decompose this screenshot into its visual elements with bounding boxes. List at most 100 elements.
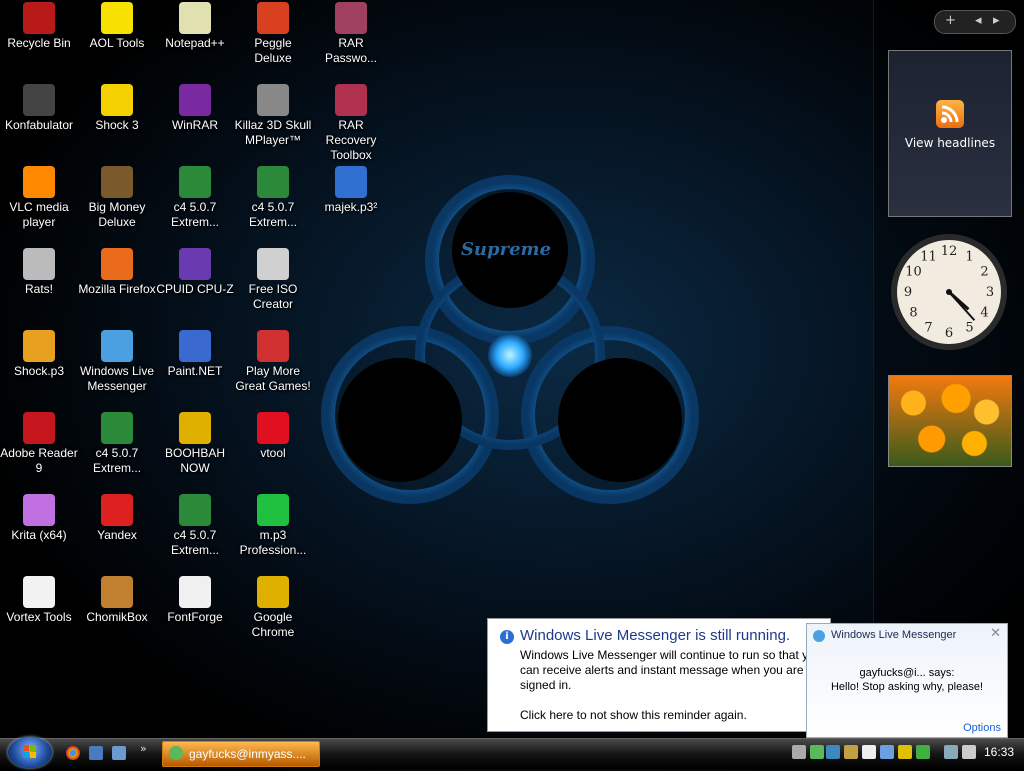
desktop-icon[interactable]: CPUID CPU-Z: [156, 248, 234, 297]
desktop-icon[interactable]: Yandex: [78, 494, 156, 543]
notepad-plus-icon: [179, 2, 211, 34]
messenger-icon: [169, 746, 183, 760]
close-icon[interactable]: ✕: [990, 626, 1001, 641]
tray-app-icon[interactable]: [862, 745, 876, 759]
desktop-icon-label: Yandex: [97, 528, 137, 542]
desktop-icon[interactable]: WinRAR: [156, 84, 234, 133]
desktop-icon-label: RAR Recovery Toolbox: [325, 118, 377, 162]
tray-app-icon[interactable]: [880, 745, 894, 759]
desktop-icon[interactable]: Paint.NET: [156, 330, 234, 379]
winrar-icon: [179, 84, 211, 116]
prev-gadget-button[interactable]: ◂: [975, 13, 982, 28]
desktop-icon[interactable]: Shock 3: [78, 84, 156, 133]
desktop-icon[interactable]: Recycle Bin: [0, 2, 78, 51]
desktop-icon[interactable]: m.p3 Profession...: [234, 494, 312, 558]
desktop-icon-label: Windows Live Messenger: [79, 364, 155, 393]
sidebar-controls: + ◂ ▸: [934, 10, 1016, 34]
desktop-icon[interactable]: Play More Great Games!: [234, 330, 312, 394]
skull-icon: [257, 84, 289, 116]
desktop-icon-label: BOOHBAH NOW: [164, 446, 225, 475]
desktop-icon[interactable]: RAR Passwo...: [312, 2, 390, 66]
toast-message: Hello! Stop asking why, please!: [830, 681, 984, 693]
show-desktop-icon[interactable]: [89, 746, 103, 760]
chomikbox-icon: [101, 576, 133, 608]
tray-app-icon[interactable]: [826, 745, 840, 759]
desktop-icon[interactable]: majek.p3²: [312, 166, 390, 215]
next-gadget-button[interactable]: ▸: [993, 13, 1000, 28]
c4-icon: [257, 166, 289, 198]
desktop-icon-label: c4 5.0.7 Extrem...: [170, 528, 219, 557]
desktop-icon[interactable]: Shock.p3: [0, 330, 78, 379]
desktop-icon[interactable]: c4 5.0.7 Extrem...: [78, 412, 156, 476]
start-button[interactable]: [8, 737, 52, 768]
tray-app-icon[interactable]: [844, 745, 858, 759]
fontforge-icon: [179, 576, 211, 608]
tray-app-icon[interactable]: [916, 745, 930, 759]
desktop-icon[interactable]: Free ISO Creator: [234, 248, 312, 312]
toast-options-link[interactable]: Options: [963, 722, 1001, 734]
slideshow-gadget[interactable]: [888, 375, 1012, 467]
desktop-icon-label: RAR Passwo...: [324, 36, 378, 65]
tray-network-icon[interactable]: [792, 745, 806, 759]
messenger-icon: [813, 630, 825, 642]
view-headlines-link[interactable]: View headlines: [890, 136, 1010, 150]
add-gadget-button[interactable]: +: [945, 13, 956, 28]
desktop-icon-label: c4 5.0.7 Extrem...: [248, 200, 297, 229]
tray-messenger-icon[interactable]: [810, 745, 824, 759]
desktop-icon-label: Peggle Deluxe: [254, 36, 292, 65]
recycle-bin-icon: [23, 2, 55, 34]
chrome-quicklaunch-icon[interactable]: [66, 746, 80, 760]
quicklaunch-expand-icon[interactable]: »: [140, 742, 147, 755]
yandex-icon: [101, 494, 133, 526]
desktop-icon-label: Recycle Bin: [7, 36, 71, 50]
desktop-icon[interactable]: Peggle Deluxe: [234, 2, 312, 66]
desktop-icon[interactable]: Mozilla Firefox: [78, 248, 156, 297]
desktop-icon[interactable]: VLC media player: [0, 166, 78, 230]
desktop-icon[interactable]: c4 5.0.7 Extrem...: [234, 166, 312, 230]
desktop-icon[interactable]: Vortex Tools: [0, 576, 78, 625]
desktop-icon[interactable]: FontForge: [156, 576, 234, 625]
dont-show-reminder-link[interactable]: Click here to not show this reminder aga…: [520, 708, 747, 722]
desktop-icon[interactable]: Big Money Deluxe: [78, 166, 156, 230]
clock-number: 9: [904, 285, 912, 300]
tray-display-icon[interactable]: [944, 745, 958, 759]
majek-icon: [335, 166, 367, 198]
desktop-icon[interactable]: Google Chrome: [234, 576, 312, 640]
desktop-icon[interactable]: Konfabulator: [0, 84, 78, 133]
clock-number: 10: [905, 265, 922, 280]
chrome-icon: [179, 412, 211, 444]
volume-icon[interactable]: [962, 745, 976, 759]
desktop-icon[interactable]: BOOHBAH NOW: [156, 412, 234, 476]
taskbar-clock[interactable]: 16:33: [984, 745, 1014, 759]
desktop-icon[interactable]: vtool: [234, 412, 312, 461]
switch-windows-icon[interactable]: [112, 746, 126, 760]
messenger-notification-balloon[interactable]: i Windows Live Messenger is still runnin…: [487, 618, 831, 732]
desktop-icon[interactable]: Rats!: [0, 248, 78, 297]
desktop-icon-label: VLC media player: [9, 200, 69, 229]
desktop-icon[interactable]: Adobe Reader 9: [0, 412, 78, 476]
tray-app-icon[interactable]: [898, 745, 912, 759]
desktop-icon-label: Notepad++: [165, 36, 225, 50]
feed-headlines-gadget[interactable]: [888, 50, 1012, 217]
clock-gadget[interactable]: 12 12 3 45678 9 1011: [889, 232, 1009, 352]
balloon-title: Windows Live Messenger is still running.: [520, 627, 791, 644]
desktop-icon[interactable]: Krita (x64): [0, 494, 78, 543]
desktop-icon[interactable]: Notepad++: [156, 2, 234, 51]
desktop-icon-label: Rats!: [24, 282, 53, 296]
desktop-icon[interactable]: c4 5.0.7 Extrem...: [156, 494, 234, 558]
desktop-icon[interactable]: RAR Recovery Toolbox: [312, 84, 390, 163]
firefox-icon: [101, 248, 133, 280]
desktop-icon[interactable]: Windows Live Messenger: [78, 330, 156, 394]
desktop-icon-label: Big Money Deluxe: [88, 200, 146, 229]
desktop-icon-label: Shock 3: [95, 118, 139, 132]
desktop-icon-label: Google Chrome: [251, 610, 295, 639]
desktop-icon-label: Killaz 3D Skull MPlayer™: [234, 118, 312, 147]
desktop-icon[interactable]: c4 5.0.7 Extrem...: [156, 166, 234, 230]
desktop-icon[interactable]: ChomikBox: [78, 576, 156, 625]
radiation-icon: [101, 84, 133, 116]
taskbar-messenger-button[interactable]: gayfucks@inmyass....: [162, 741, 320, 767]
messenger-toast[interactable]: Windows Live Messenger ✕ gayfucks@i... s…: [806, 623, 1008, 738]
vlc-icon: [23, 166, 55, 198]
desktop-icon[interactable]: Killaz 3D Skull MPlayer™: [234, 84, 312, 148]
desktop-icon[interactable]: AOL Tools: [78, 2, 156, 51]
